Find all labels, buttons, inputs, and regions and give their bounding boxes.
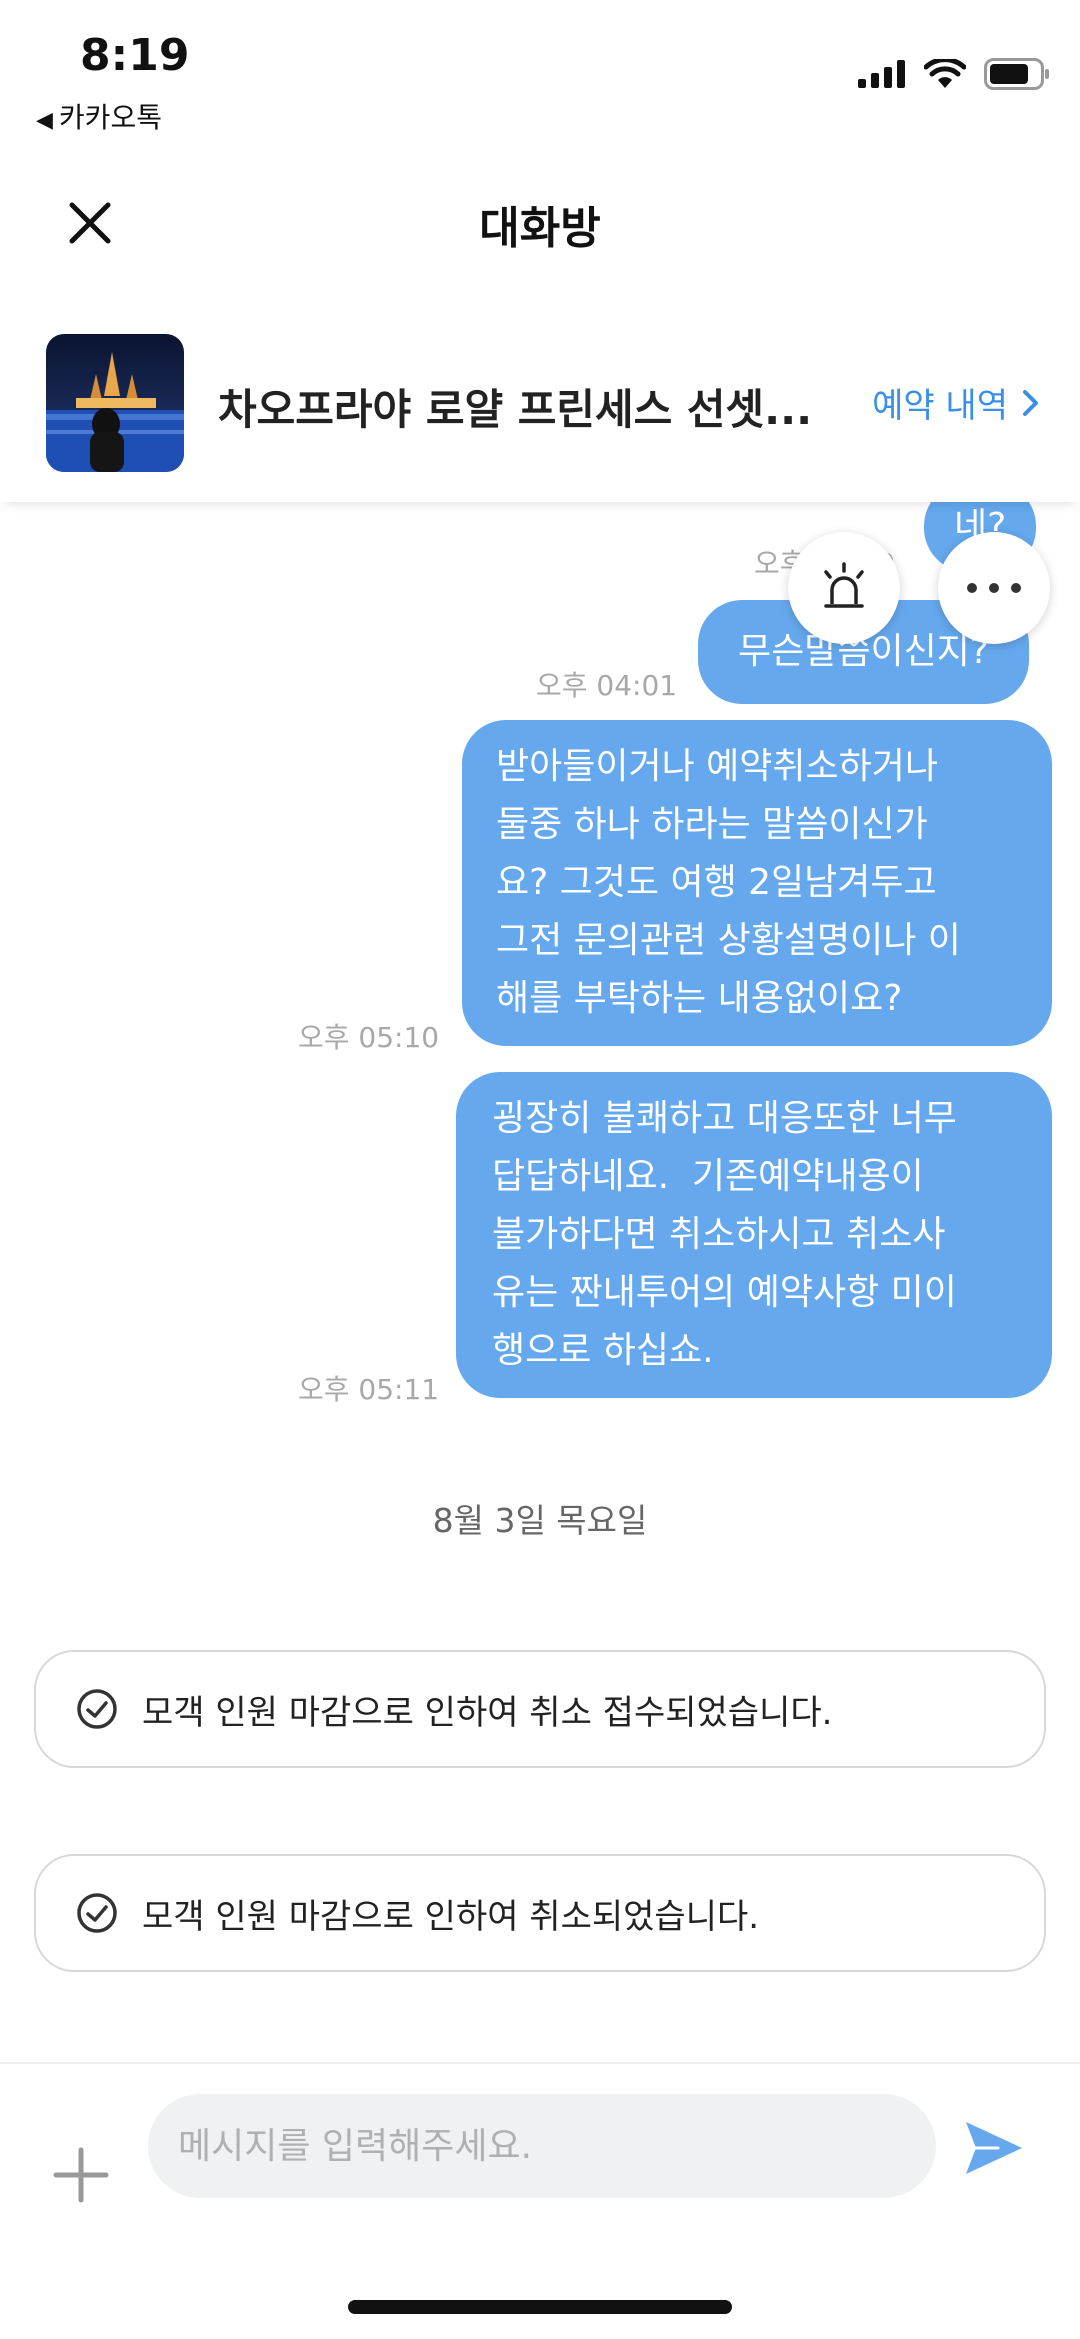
message-line: 불가하다면 취소하시고 취소사: [492, 1214, 946, 1255]
system-message: 모객 인원 마감으로 인하여 취소 접수되었습니다.: [34, 1650, 1046, 1768]
system-message-text: 모객 인원 마감으로 인하여 취소되었습니다.: [142, 1896, 760, 1937]
product-title: 차오프라야 로얄 프린세스 선셋...: [218, 385, 813, 434]
date-separator: 8월 3일 목요일: [432, 1501, 648, 1540]
message-line: 행으로 하십쇼.: [492, 1330, 714, 1371]
back-triangle-icon: ◀: [36, 108, 53, 133]
send-icon[interactable]: [962, 2116, 1026, 2180]
back-app-label: 카카오톡: [58, 101, 162, 134]
check-circle-icon: [77, 1893, 117, 1933]
page-title: 대화방: [479, 203, 601, 254]
system-message-text: 모객 인원 마감으로 인하여 취소 접수되었습니다.: [142, 1692, 833, 1733]
message-bubble[interactable]: 받아들이거나 예약취소하거나 둘중 하나 하라는 말씀이신가 요? 그것도 여행…: [462, 720, 1052, 1046]
check-circle-icon: [77, 1689, 117, 1729]
message-timestamp: 오후 05:11: [298, 1373, 440, 1406]
message-input[interactable]: [148, 2094, 936, 2198]
message-line: 요? 그것도 여행 2일남겨두고: [496, 862, 937, 903]
home-indicator: [348, 2300, 732, 2314]
status-icons: [858, 58, 1050, 90]
booking-history-label: 예약 내역: [872, 386, 1008, 426]
chat-header: 대화방: [0, 150, 1080, 290]
battery-icon: [984, 58, 1049, 90]
status-time: 8:19: [80, 30, 190, 81]
more-options-icon: [967, 583, 1021, 593]
report-button[interactable]: [788, 532, 900, 644]
back-to-app-link[interactable]: ◀ 카카오톡: [36, 96, 162, 136]
message-line: 받아들이거나 예약취소하거나: [496, 746, 939, 787]
chat-area[interactable]: 네? 오후 04:00 무슨말씀이신지? 오후 04:01 받아들이거나 예약취…: [0, 502, 1080, 2062]
message-line: 해를 부탁하는 내용없이요?: [496, 978, 903, 1019]
message-timestamp: 오후 05:10: [298, 1021, 440, 1054]
message-timestamp: 오후 04:01: [536, 669, 678, 702]
message-line: 굉장히 불쾌하고 대응또한 너무: [492, 1098, 957, 1139]
cellular-signal-icon: [858, 60, 905, 88]
message-line: 둘중 하나 하라는 말씀이신가: [496, 804, 928, 845]
message-line: 그전 문의관련 상황설명이나 이: [496, 920, 961, 961]
message-input-bar: [0, 2062, 1080, 2339]
wifi-icon: [924, 59, 966, 88]
message-line: 유는 짠내투어의 예약사항 미이: [492, 1272, 957, 1313]
status-bar: 8:19 ◀ 카카오톡: [0, 0, 1080, 150]
system-message: 모객 인원 마감으로 인하여 취소되었습니다.: [34, 1854, 1046, 1972]
product-thumbnail[interactable]: [46, 334, 184, 472]
plus-icon[interactable]: [50, 2144, 112, 2206]
chevron-right-icon: [1023, 389, 1038, 416]
message-line: 답답하네요. 기존예약내용이: [492, 1156, 924, 1197]
message-bubble[interactable]: 굉장히 불쾌하고 대응또한 너무 답답하네요. 기존예약내용이 불가하다면 취소…: [456, 1072, 1052, 1398]
alarm-siren-icon: [824, 562, 864, 608]
booking-history-link[interactable]: 예약 내역: [872, 378, 1040, 427]
product-banner[interactable]: 차오프라야 로얄 프린세스 선셋... 예약 내역: [0, 310, 1080, 502]
more-options-button[interactable]: [938, 532, 1050, 644]
